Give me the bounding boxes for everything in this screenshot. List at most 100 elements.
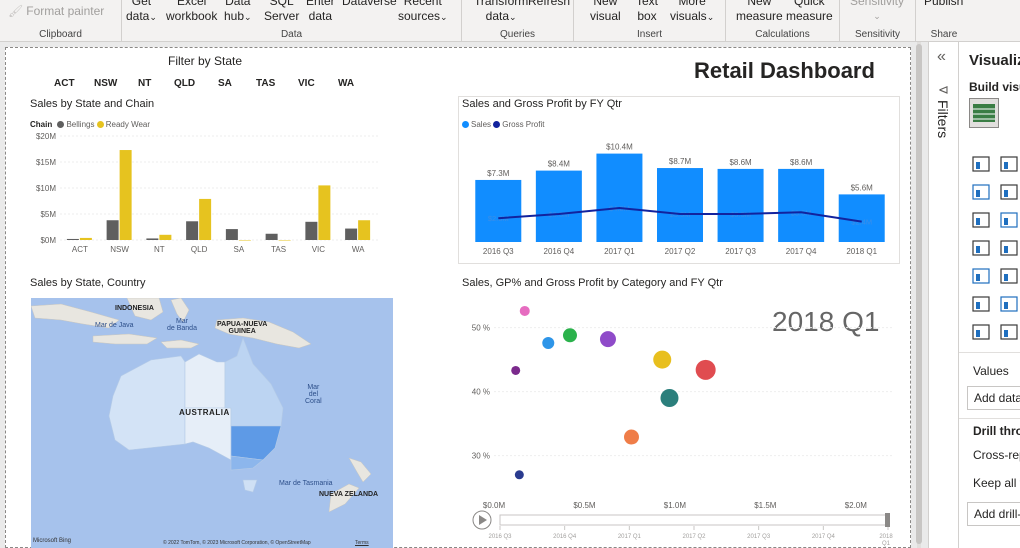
build-visual-label[interactable]: Build visual <box>969 80 1020 94</box>
bar-sales-2017-q1[interactable] <box>596 153 643 242</box>
new-visual-button[interactable]: New visual <box>590 0 621 24</box>
bar-bellings-nt[interactable] <box>146 238 159 240</box>
slicer-item-vic[interactable]: VIC <box>298 78 315 89</box>
play-button[interactable] <box>472 510 492 530</box>
text-box-button[interactable]: Text box <box>636 0 658 24</box>
bar-ready-wear-qld[interactable] <box>199 198 212 240</box>
scatter-point[interactable] <box>514 470 524 480</box>
bar-bellings-wa[interactable] <box>345 228 358 240</box>
cross-report-toggle[interactable]: Cross-report <box>973 448 1020 462</box>
scatter-point[interactable] <box>562 328 577 343</box>
bar-bellings-sa[interactable] <box>225 229 238 240</box>
decomposition-tree-icon[interactable] <box>971 294 991 314</box>
filters-pane-label[interactable]: Filters <box>935 100 951 138</box>
scrollbar-thumb[interactable] <box>916 44 922 544</box>
values-drop-zone[interactable]: Add data fields here <box>967 386 1020 410</box>
canvas-vertical-scrollbar[interactable] <box>915 42 923 548</box>
legend-item-sales[interactable]: Sales <box>462 120 491 129</box>
bar-ready-wear-vic[interactable] <box>318 185 331 240</box>
scatter-point[interactable] <box>623 429 639 445</box>
play-axis-track[interactable] <box>499 514 889 526</box>
scatter-point[interactable] <box>542 336 555 349</box>
funnel-icon[interactable] <box>999 210 1019 230</box>
sensitivity-button[interactable]: Sensitivity ⌄ <box>850 0 904 24</box>
map-terms-link[interactable]: Terms <box>355 540 369 546</box>
bar-bellings-vic[interactable] <box>305 221 318 240</box>
bar-sales-2016-q3[interactable] <box>475 179 522 242</box>
scatter-point[interactable] <box>599 331 616 348</box>
transform-data-button[interactable]: Transform data⌄ <box>474 0 528 25</box>
map-state-tas[interactable] <box>242 479 258 493</box>
chevron-visual-icon[interactable] <box>999 322 1019 342</box>
bar-sales-2017-q4[interactable] <box>778 168 825 242</box>
legend-item-ready-wear[interactable]: Ready Wear <box>96 120 150 129</box>
drill-through-drop-zone[interactable]: Add drill-through fields here <box>967 502 1020 526</box>
ribbon-chart-icon[interactable] <box>971 210 991 230</box>
area-chart-icon[interactable] <box>999 182 1019 202</box>
slicer-item-wa[interactable]: WA <box>338 78 354 89</box>
slicer-item-sa[interactable]: SA <box>218 78 232 89</box>
bar-sales-2016-q4[interactable] <box>535 170 582 242</box>
scatter-point[interactable] <box>511 365 521 375</box>
map-state-wa[interactable] <box>108 355 186 451</box>
stacked-column-icon[interactable] <box>999 154 1019 174</box>
slicer-item-tas[interactable]: TAS <box>256 78 275 89</box>
quick-measure-button[interactable]: Quick measure <box>786 0 833 24</box>
slicer-item-act[interactable]: ACT <box>54 78 75 89</box>
scatter-point[interactable] <box>653 350 672 369</box>
slicer-icon[interactable] <box>971 266 991 286</box>
scatter-point[interactable] <box>519 305 530 316</box>
filled-map-icon[interactable] <box>999 238 1019 258</box>
bar-sales-2017-q2[interactable] <box>657 168 703 242</box>
bar-ready-wear-tas[interactable] <box>278 240 291 241</box>
map-state-nt[interactable] <box>184 353 226 409</box>
slicer-item-nt[interactable]: NT <box>138 78 151 89</box>
dataverse-button[interactable]: Dataverse <box>342 0 397 9</box>
scatter-point[interactable] <box>695 359 716 380</box>
play-axis-handle[interactable] <box>885 513 890 527</box>
bar-bellings-act[interactable] <box>66 238 79 240</box>
build-visual-icon[interactable] <box>969 98 999 128</box>
combo-chart-sales-gp[interactable]: $7.3M$2.8M2016 Q3$8.4M$3.3M2016 Q4$10.4M… <box>462 130 898 260</box>
get-data-button[interactable]: Get data⌄ <box>126 0 157 25</box>
speech-bubble-icon[interactable] <box>999 294 1019 314</box>
map-state-nsw[interactable] <box>230 425 282 461</box>
table-icon[interactable] <box>999 266 1019 286</box>
double-chevron-left-icon[interactable]: « <box>937 48 946 66</box>
scatter-point[interactable] <box>660 389 679 407</box>
scatter-chart-category[interactable]: 30 % 40 % 50 % $0.0M $0.5M $1.0M $1.5M $2.0M 201… <box>458 296 904 548</box>
report-page[interactable]: Filter by State ACT NSW NT QLD SA TAS VIC WA Re… <box>5 47 911 548</box>
globe-map-icon[interactable] <box>971 238 991 258</box>
bar-ready-wear-wa[interactable] <box>358 220 371 240</box>
slicer-item-qld[interactable]: QLD <box>174 78 195 89</box>
sql-server-button[interactable]: SQL Server <box>264 0 299 24</box>
legend-item-gross-profit[interactable]: Gross Profit <box>493 120 544 129</box>
bar-chart-sales-by-state-chain[interactable]: $0M $5M $10M $15M $20M ACT NSW NT QLD SA TAS VIC WA <box>24 130 384 260</box>
keep-all-filters-toggle[interactable]: Keep all filters <box>973 476 1020 490</box>
enter-data-button[interactable]: Enter data <box>306 0 335 24</box>
map-visual[interactable]: INDONESIA PAPUA-NUEVA GUINEA Mar de Java … <box>31 298 393 548</box>
bar-ready-wear-nsw[interactable] <box>119 150 132 240</box>
diamond-icon[interactable] <box>971 322 991 342</box>
filters-pane[interactable]: « ⊲ Filters <box>928 42 958 548</box>
bar-ready-wear-nt[interactable] <box>159 234 172 240</box>
data-hub-button[interactable]: Data hub⌄ <box>224 0 252 25</box>
slicer-item-nsw[interactable]: NSW <box>94 78 117 89</box>
excel-workbook-button[interactable]: Excel workbook <box>166 0 217 24</box>
bar-bellings-tas[interactable] <box>265 233 278 240</box>
new-measure-button[interactable]: New measure <box>736 0 783 24</box>
bar-ready-wear-sa[interactable] <box>238 240 251 241</box>
map-state-qld[interactable] <box>224 337 284 427</box>
more-visuals-button[interactable]: More visuals⌄ <box>670 0 714 25</box>
bar-ready-wear-act[interactable] <box>79 237 92 240</box>
bar-bellings-qld[interactable] <box>186 221 199 240</box>
refresh-button[interactable]: Refresh <box>528 0 570 9</box>
recent-sources-button[interactable]: Recent sources⌄ <box>398 0 448 25</box>
bar-bellings-nsw[interactable] <box>106 220 119 240</box>
line-chart-icon[interactable] <box>971 182 991 202</box>
stacked-bar-icon[interactable] <box>971 154 991 174</box>
publish-button[interactable]: Publish <box>924 0 963 9</box>
legend-item-bellings[interactable]: Bellings <box>57 120 94 129</box>
format-painter-button[interactable]: 🖌 Format painter <box>8 4 104 18</box>
bar-sales-2017-q3[interactable] <box>717 168 764 242</box>
